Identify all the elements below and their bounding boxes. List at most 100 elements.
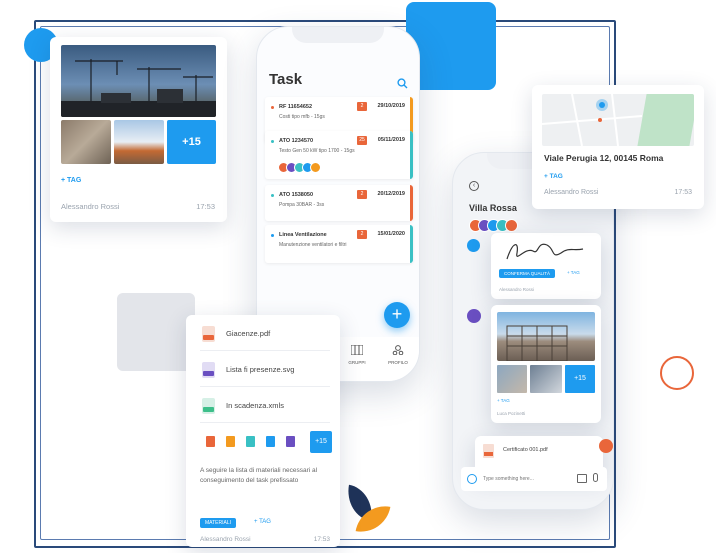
card-author: Alessandro Rossi bbox=[544, 189, 599, 196]
photo-more-count: +15 bbox=[182, 136, 201, 148]
decorative-orange-ring bbox=[660, 356, 694, 390]
photo-more-count: +15 bbox=[574, 375, 586, 382]
map-address: Viale Perugia 12, 00145 Roma bbox=[544, 153, 664, 163]
map-card[interactable]: Viale Perugia 12, 00145 Roma + TAG Aless… bbox=[532, 85, 704, 209]
mini-file-icon bbox=[206, 436, 215, 447]
building-photo[interactable] bbox=[497, 312, 595, 362]
avatar bbox=[505, 219, 518, 232]
mini-file-icon bbox=[286, 436, 295, 447]
file-row[interactable]: In scadenza.xmls bbox=[200, 393, 330, 423]
signature-message[interactable]: CONFERMA QUALITÀ + TAG Alessandro Rossi bbox=[491, 233, 601, 299]
add-tag-link[interactable]: + TAG bbox=[254, 519, 271, 525]
add-tag-link[interactable]: + TAG bbox=[61, 177, 81, 184]
back-icon[interactable]: ‹ bbox=[469, 181, 479, 191]
photo-message[interactable]: +15 + TAG Luca Pozinetti bbox=[491, 305, 601, 423]
task-bullet bbox=[271, 194, 274, 197]
signature-icon bbox=[506, 243, 584, 260]
photo-thumb[interactable] bbox=[497, 365, 527, 393]
task-date: 29/10/2019 bbox=[377, 103, 405, 109]
task-desc: Costi tipo mfb - 15gs bbox=[279, 114, 325, 120]
card-author: Alessandro Rossi bbox=[61, 202, 120, 211]
grid-icon bbox=[350, 344, 364, 356]
phone-notch bbox=[292, 27, 384, 43]
message-input-bar bbox=[461, 467, 607, 491]
task-bullet bbox=[271, 234, 274, 237]
task-priority-badge: 2 bbox=[357, 230, 367, 239]
task-code: RF 11654652 bbox=[279, 104, 313, 110]
nav-groups[interactable]: GRUPPI bbox=[345, 342, 369, 365]
pdf-file-icon bbox=[483, 444, 494, 458]
file-name: Giacenze.pdf bbox=[226, 329, 271, 338]
task-priority-badge: 2 bbox=[357, 190, 367, 199]
task-code: ATO 1538050 bbox=[279, 192, 314, 198]
nav-profile[interactable]: PROFILO bbox=[385, 342, 411, 365]
task-bullet bbox=[271, 140, 274, 143]
task-date: 05/11/2019 bbox=[377, 137, 405, 143]
task-code: ATO 1234570 bbox=[279, 138, 314, 144]
map-marker-icon bbox=[598, 118, 602, 122]
mini-file-icon bbox=[266, 436, 275, 447]
photo-thumb-1[interactable] bbox=[61, 120, 111, 164]
task-code: Linea Ventilazione bbox=[279, 232, 327, 238]
photo-card[interactable]: +15 + TAG Alessandro Rossi 17:53 bbox=[50, 37, 227, 222]
task-desc: Testo Gen 50 kW tipo 1700 - 15gs bbox=[279, 148, 355, 154]
message-avatar bbox=[599, 439, 613, 453]
sender-avatar bbox=[467, 309, 481, 323]
task-item-4[interactable]: Linea Ventilazione Manutenzione ventilat… bbox=[265, 225, 413, 263]
photo-thumb-more[interactable]: +15 bbox=[167, 120, 216, 164]
add-tag-link[interactable]: + TAG bbox=[544, 173, 563, 180]
emoji-icon[interactable] bbox=[467, 474, 477, 484]
search-icon[interactable] bbox=[397, 76, 408, 89]
task-priority-badge: 2 bbox=[357, 102, 367, 111]
chat-title: Villa Rossa bbox=[469, 203, 517, 213]
photo-thumb[interactable] bbox=[530, 365, 562, 393]
add-tag-link[interactable]: + TAG bbox=[497, 398, 510, 403]
task-status-bar bbox=[410, 131, 413, 179]
add-task-button[interactable]: + bbox=[384, 302, 410, 328]
materiali-tag[interactable]: MATERIALI bbox=[200, 518, 237, 528]
message-author: Luca Pozinetti bbox=[497, 411, 526, 416]
task-status-bar bbox=[410, 185, 413, 221]
message-input[interactable] bbox=[483, 472, 563, 486]
task-bullet bbox=[271, 106, 274, 109]
card-time: 17:53 bbox=[313, 536, 330, 543]
file-name: Certificato 001.pdf bbox=[503, 447, 548, 453]
building-silhouette-icon bbox=[506, 325, 568, 362]
conferma-qualita-tag[interactable]: CONFERMA QUALITÀ bbox=[499, 269, 556, 278]
file-row[interactable]: Lista fi presenze.svg bbox=[200, 357, 330, 387]
card-time: 17:53 bbox=[674, 189, 692, 196]
card-time: 17:53 bbox=[196, 202, 215, 211]
avatar bbox=[310, 162, 321, 173]
nav-groups-label: GRUPPI bbox=[348, 360, 366, 365]
card-author: Alessandro Rossi bbox=[200, 536, 251, 543]
image-icon[interactable] bbox=[577, 474, 587, 483]
files-more-button[interactable]: +15 bbox=[310, 431, 332, 453]
decorative-gray-square bbox=[117, 293, 195, 371]
task-item-2[interactable]: ATO 1234570 Testo Gen 50 kW tipo 1700 - … bbox=[265, 131, 413, 179]
mini-file-icon bbox=[226, 436, 235, 447]
map-roads-icon bbox=[542, 94, 643, 146]
message-author: Alessandro Rossi bbox=[499, 287, 535, 292]
photo-thumb-2[interactable] bbox=[114, 120, 164, 164]
task-desc: Manutenzione ventilatori e filtri bbox=[279, 242, 347, 248]
task-desc: Pompa 30BAR - 3ss bbox=[279, 202, 325, 208]
profile-icon bbox=[392, 345, 404, 356]
location-map[interactable] bbox=[542, 94, 694, 146]
svg-file-icon bbox=[202, 362, 215, 378]
task-title: Task bbox=[269, 71, 303, 88]
mini-file-icon bbox=[246, 436, 255, 447]
task-status-bar bbox=[410, 225, 413, 263]
task-priority-badge: 25 bbox=[357, 136, 367, 145]
construction-photo[interactable] bbox=[61, 45, 216, 117]
file-row[interactable]: Giacenze.pdf bbox=[200, 321, 330, 351]
files-more-count: +15 bbox=[315, 438, 327, 445]
microphone-icon[interactable] bbox=[593, 473, 598, 482]
pdf-file-icon bbox=[202, 326, 215, 342]
photo-thumb-more[interactable]: +15 bbox=[565, 365, 595, 393]
task-date: 15/01/2020 bbox=[377, 231, 405, 237]
task-item-3[interactable]: ATO 1538050 Pompa 30BAR - 3ss 2 20/12/20… bbox=[265, 185, 413, 221]
files-card[interactable]: Giacenze.pdf Lista fi presenze.svg In sc… bbox=[186, 315, 340, 547]
sender-avatar bbox=[467, 239, 480, 252]
add-tag-link[interactable]: + TAG bbox=[567, 270, 580, 275]
nav-profile-label: PROFILO bbox=[388, 360, 408, 365]
